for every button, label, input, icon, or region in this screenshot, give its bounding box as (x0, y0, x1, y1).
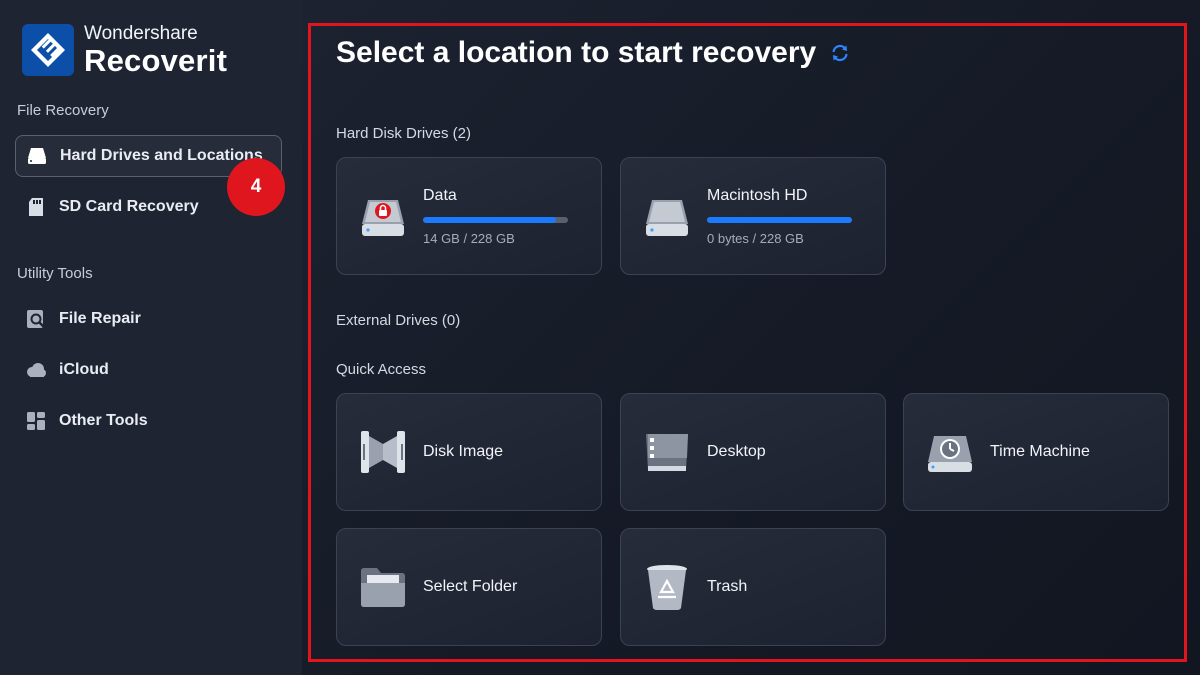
group-hard-disk-drives: Hard Disk Drives (2) (336, 125, 472, 142)
quick-access-label: Disk Image (423, 443, 504, 460)
cloud-icon (25, 359, 47, 381)
app-logo: Wondershare Recoverit (22, 24, 227, 76)
drive-card-data[interactable]: Data 14 GB / 228 GB (336, 157, 602, 275)
recoverit-logo-icon (22, 24, 74, 76)
page-title-text: Select a location to start recovery (336, 36, 817, 69)
sd-card-icon (25, 196, 47, 218)
trash-icon (643, 563, 691, 611)
refresh-icon[interactable] (830, 43, 850, 63)
desktop-icon (643, 428, 691, 476)
drive-usage-bar (423, 216, 568, 223)
time-machine-icon (926, 428, 974, 476)
sidebar-item-label: Hard Drives and Locations (60, 147, 263, 164)
locked-drive-icon (359, 192, 407, 240)
hard-drive-icon (26, 145, 48, 167)
sidebar-item-label: Other Tools (59, 412, 148, 429)
quick-access-label: Trash (707, 578, 748, 595)
quick-access-desktop[interactable]: Desktop (620, 393, 886, 511)
quick-access-trash[interactable]: Trash (620, 528, 886, 646)
drive-usage-bar (707, 216, 852, 223)
folder-icon (359, 563, 407, 611)
section-utility-tools: Utility Tools (17, 265, 93, 282)
group-quick-access: Quick Access (336, 361, 427, 378)
sidebar: Wondershare Recoverit File Recovery Hard… (0, 0, 302, 675)
grid-tools-icon (25, 410, 47, 432)
step-badge: 4 (227, 158, 285, 216)
drive-usage-text: 0 bytes / 228 GB (707, 230, 804, 246)
drive-card-macintosh-hd[interactable]: Macintosh HD 0 bytes / 228 GB (620, 157, 886, 275)
quick-access-label: Desktop (707, 443, 766, 460)
section-file-recovery: File Recovery (17, 102, 109, 119)
sidebar-item-label: iCloud (59, 361, 109, 378)
sidebar-item-other-tools[interactable]: Other Tools (15, 400, 282, 442)
drive-name: Data (423, 186, 457, 204)
quick-access-label: Time Machine (990, 443, 1090, 460)
sidebar-item-label: File Repair (59, 310, 141, 327)
disk-image-icon (359, 428, 407, 476)
sidebar-item-icloud[interactable]: iCloud (15, 349, 282, 391)
hard-drive-icon (643, 192, 691, 240)
drive-usage-text: 14 GB / 228 GB (423, 230, 515, 246)
drive-name: Macintosh HD (707, 186, 808, 204)
sidebar-item-label: SD Card Recovery (59, 198, 199, 215)
quick-access-disk-image[interactable]: Disk Image (336, 393, 602, 511)
drive-usage-fill (423, 216, 557, 223)
group-external-drives: External Drives (0) (336, 312, 461, 329)
sidebar-item-file-repair[interactable]: File Repair (15, 298, 282, 340)
logo-company: Wondershare (84, 23, 198, 44)
page-title: Select a location to start recovery (336, 36, 850, 70)
quick-access-select-folder[interactable]: Select Folder (336, 528, 602, 646)
quick-access-time-machine[interactable]: Time Machine (903, 393, 1169, 511)
drive-usage-fill (707, 216, 852, 223)
file-repair-icon (25, 308, 47, 330)
quick-access-label: Select Folder (423, 578, 518, 595)
logo-product: Recoverit (84, 43, 228, 78)
